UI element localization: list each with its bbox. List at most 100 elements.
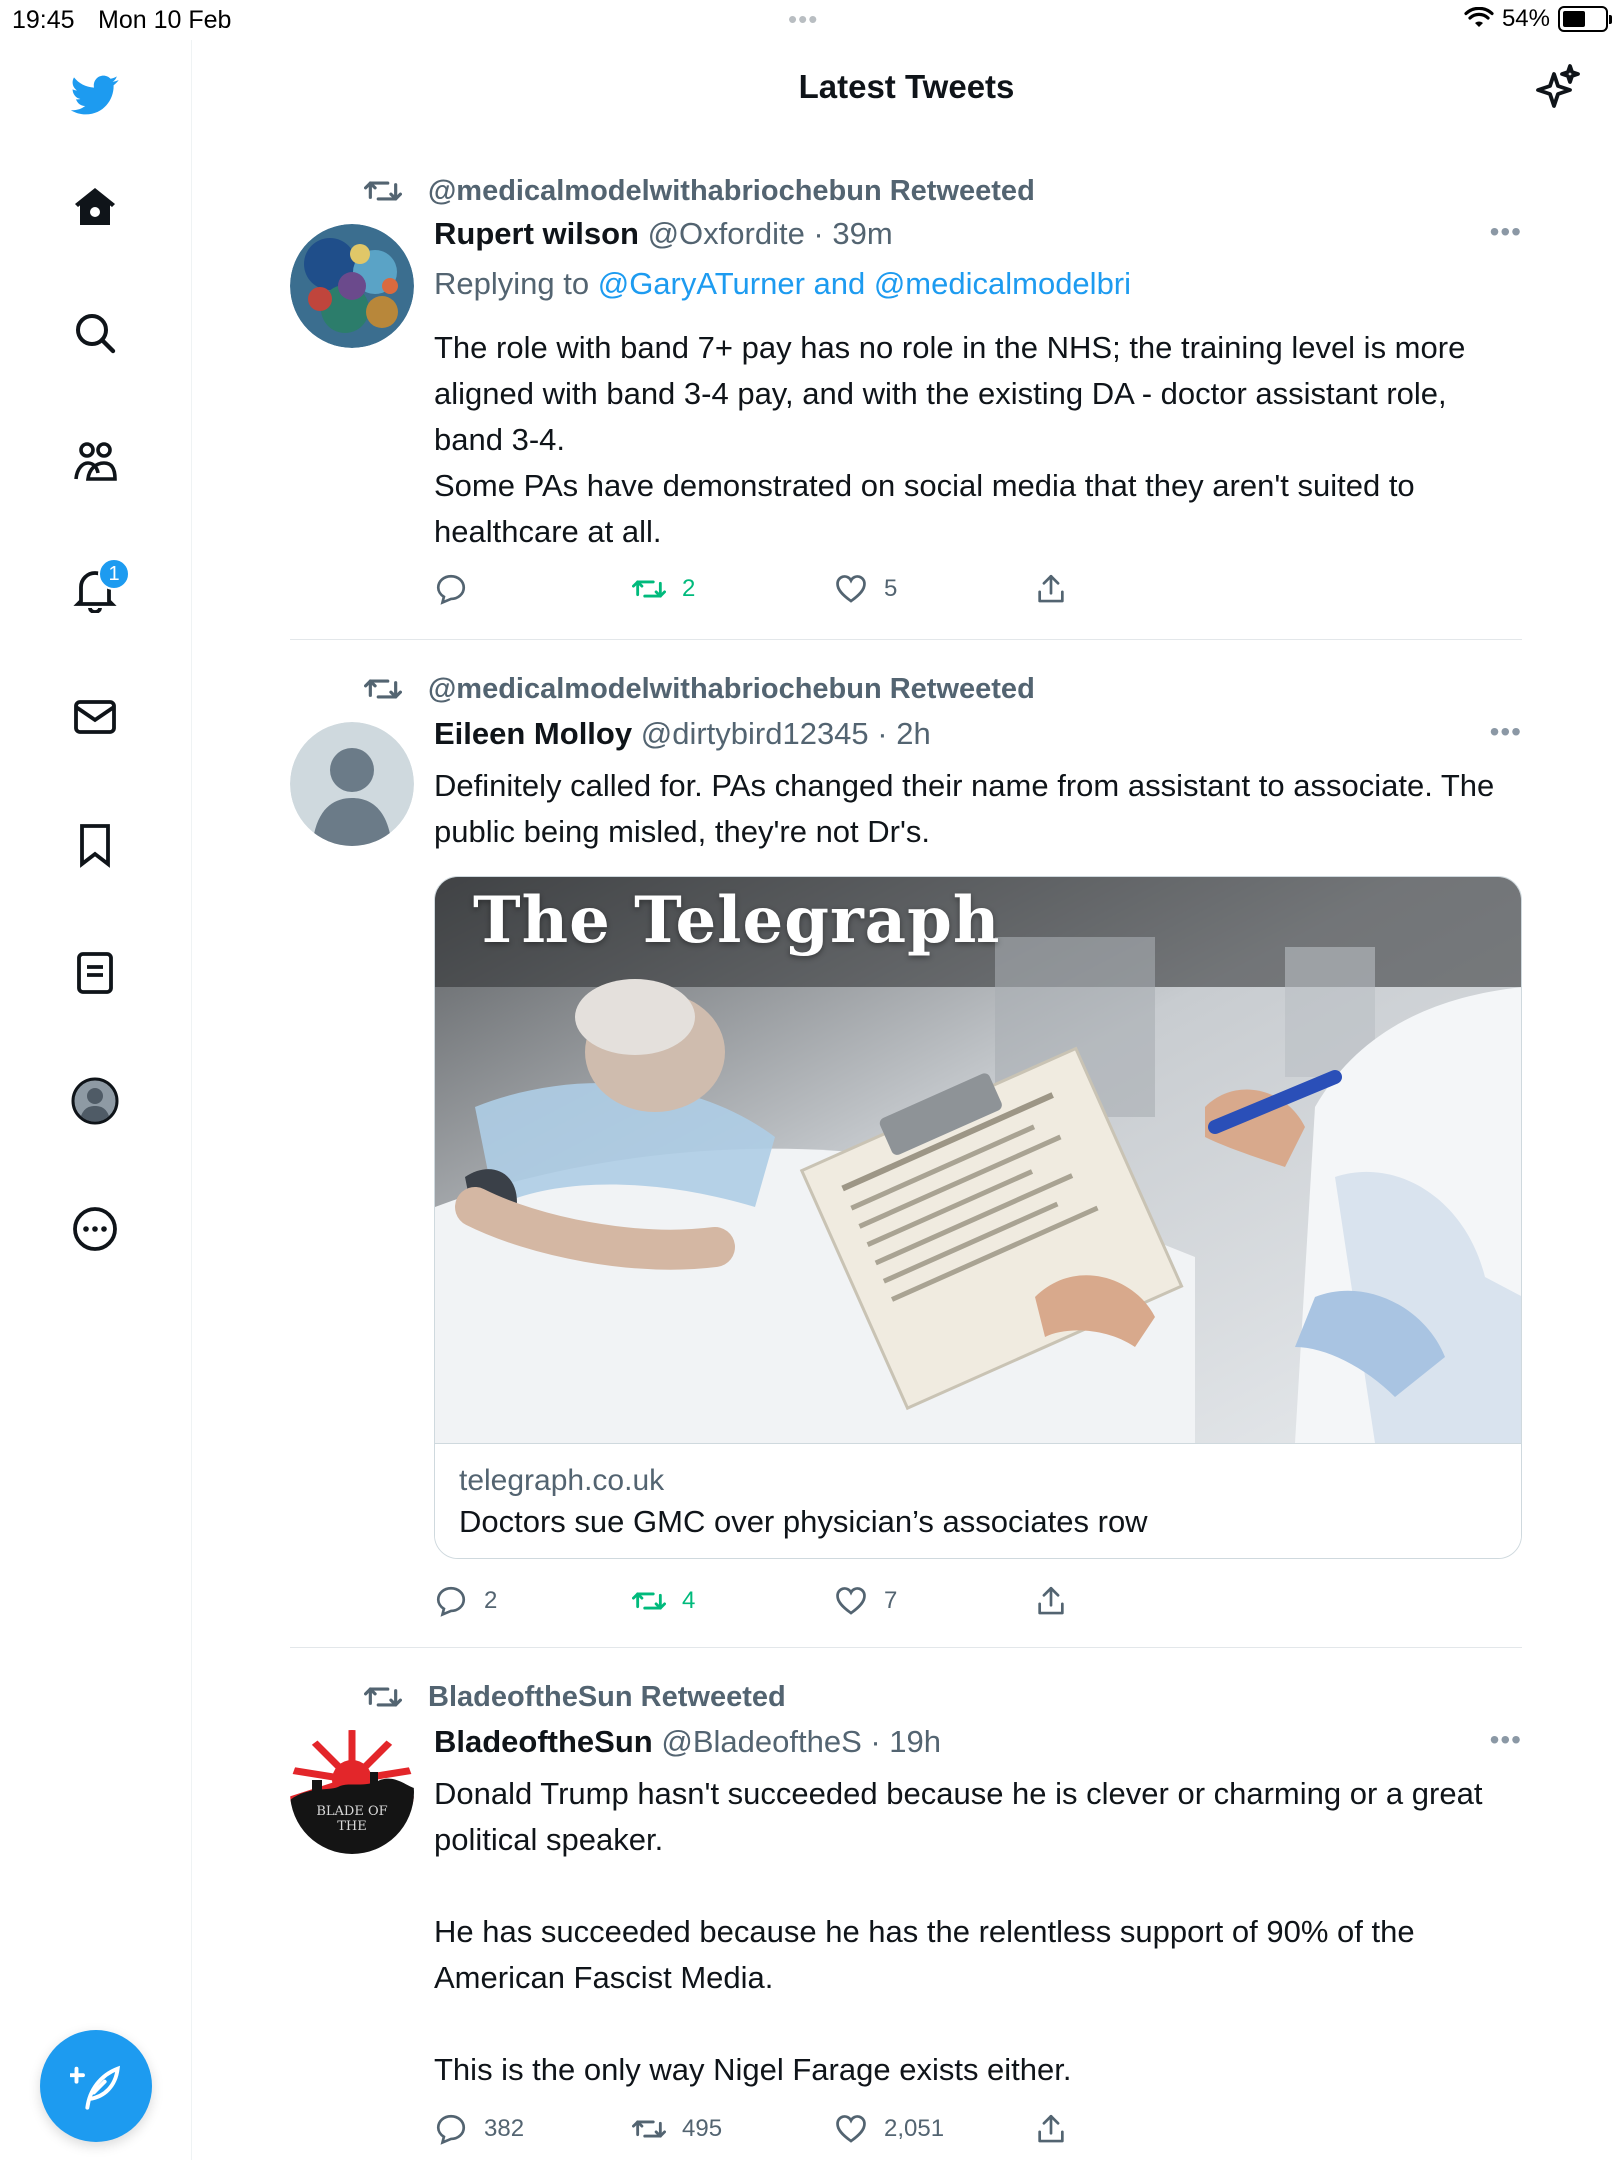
sidebar: 1 [0,40,192,2160]
home-icon[interactable] [60,172,130,242]
tweet[interactable]: @medicalmodelwithabriochebun Retweeted E… [290,660,1522,1640]
more-icon[interactable] [60,1194,130,1264]
bookmarks-icon[interactable] [60,810,130,880]
card-domain: telegraph.co.uk [459,1464,665,1497]
link-card[interactable]: The Telegraph telegraph.co.uk Doctors su… [434,876,1522,1559]
retweet-icon [632,580,666,598]
share-button[interactable] [1034,572,1068,606]
lists-icon[interactable] [60,938,130,1008]
tweet-author[interactable]: Eileen Molloy @dirtybird12345 · 2h [434,716,931,752]
reply-icon [436,2114,466,2145]
reply-button[interactable]: 2 [434,1584,497,1618]
like-count: 2,051 [884,2115,945,2142]
tweet-divider [290,1647,1522,1648]
reply-count: 2 [484,1587,498,1614]
tweet-paragraph: Definitely called for. PAs changed their… [434,768,1495,849]
retweet-button[interactable]: 4 [632,1584,695,1618]
wifi-icon [1464,7,1494,27]
tweet-author[interactable]: BladeoftheSun @BladeoftheS · 19h [434,1724,941,1760]
communities-icon[interactable] [60,426,130,496]
tweet-more-icon[interactable]: ••• [1490,716,1522,748]
profile-icon[interactable] [60,1066,130,1136]
retweet-icon [364,181,402,201]
multitasking-dots-icon[interactable]: ••• [788,4,818,35]
retweet-icon [632,1592,666,1610]
reply-button[interactable]: 382 [434,2112,524,2146]
retweeted-by: @medicalmodelwithabriochebun Retweeted [428,672,1035,705]
tweet-more-icon[interactable]: ••• [1490,1724,1522,1756]
tweet[interactable]: BladeoftheSun Retweeted BLADE OF THE Bla… [290,1668,1522,2160]
author-name[interactable]: Eileen Molloy [434,716,632,751]
share-icon [1038,1586,1064,1615]
retweeted-by: BladeoftheSun Retweeted [428,1680,786,1713]
author-name[interactable]: Rupert wilson [434,216,639,251]
reply-icon [436,574,466,605]
avatar-lettering: BLADE OF THE [316,1804,388,1834]
tweet-actions: 2 5 [434,572,1134,612]
battery-level [1563,11,1585,27]
tweet-paragraph: He has succeeded because he has the rele… [434,1914,1415,1995]
tweet-paragraph: Donald Trump hasn't succeeded because he… [434,1776,1483,1857]
reply-button[interactable] [434,572,484,606]
retweet-context: BladeoftheSun Retweeted [364,1678,786,1716]
tweet-divider [290,639,1522,640]
retweet-context: @medicalmodelwithabriochebun Retweeted [364,670,1035,708]
share-button[interactable] [1034,2112,1068,2146]
page-title: Latest Tweets [798,68,1015,105]
tweet-text: Donald Trump hasn't succeeded because he… [434,1771,1524,2093]
tweet-paragraph: The role with band 7+ pay has no role in… [434,330,1466,457]
sparkle-icon[interactable] [1534,64,1582,112]
author-name[interactable]: BladeoftheSun [434,1724,653,1759]
author-handle-time[interactable]: @dirtybird12345 · 2h [641,716,931,751]
heart-icon [836,1587,866,1615]
tweet-actions: 382 495 2,051 [434,2112,1134,2152]
search-icon[interactable] [60,298,130,368]
tweet[interactable]: @medicalmodelwithabriochebun Retweeted R… [290,160,1522,620]
battery-percent: 54% [1501,5,1550,32]
card-masthead: The Telegraph [473,883,1001,958]
card-footer: telegraph.co.uk Doctors sue GMC over phy… [435,1443,1521,1558]
retweet-icon [632,2120,666,2138]
compose-tweet-button[interactable] [40,2030,152,2142]
tweet-more-icon[interactable]: ••• [1490,216,1522,248]
author-handle-time[interactable]: @BladeoftheS · 19h [661,1724,941,1759]
reply-targets[interactable]: @GaryATurner and @medicalmodelbri [598,266,1131,301]
messages-icon[interactable] [60,682,130,752]
twitter-logo-icon[interactable] [60,60,130,130]
card-title: Doctors sue GMC over physician’s associa… [459,1504,1148,1539]
share-icon [1038,574,1064,603]
like-button[interactable]: 7 [834,1584,897,1618]
retweet-icon [364,679,402,699]
retweet-count: 495 [682,2115,723,2142]
tweet-text: Definitely called for. PAs changed their… [434,763,1524,855]
share-button[interactable] [1034,1584,1068,1618]
tweet-paragraph: This is the only way Nigel Farage exists… [434,2052,1072,2087]
like-button[interactable]: 5 [834,572,897,606]
retweet-button[interactable]: 495 [632,2112,722,2146]
tweet-author[interactable]: Rupert wilson @Oxfordite · 39m [434,216,893,252]
author-handle-time[interactable]: @Oxfordite · 39m [648,216,893,251]
retweet-icon [364,1687,402,1707]
avatar[interactable] [290,722,414,846]
tweet-paragraph: Some PAs have demonstrated on social med… [434,468,1415,549]
like-button[interactable]: 2,051 [834,2112,944,2146]
notifications-badge: 1 [98,558,130,590]
retweet-button[interactable]: 2 [632,572,695,606]
avatar[interactable] [290,224,414,348]
retweet-count: 4 [682,1587,696,1614]
notifications-icon[interactable]: 1 [60,554,130,624]
share-icon [1038,2114,1064,2143]
reply-prefix: Replying to [434,266,598,301]
retweet-count: 2 [682,575,696,602]
like-count: 5 [884,575,898,602]
status-bar: 19:45 Mon 10 Feb ••• 54% [0,0,1620,40]
tweet-text: The role with band 7+ pay has no role in… [434,325,1524,555]
tweet-actions: 2 4 7 [434,1584,1134,1624]
status-date: Mon 10 Feb [98,6,232,34]
like-count: 7 [884,1587,898,1614]
status-indicators: 54% [1464,5,1612,33]
retweeted-by: @medicalmodelwithabriochebun Retweeted [428,174,1035,207]
heart-icon [836,2115,866,2143]
status-time: 19:45 [12,6,75,34]
avatar[interactable]: BLADE OF THE [290,1730,414,1854]
